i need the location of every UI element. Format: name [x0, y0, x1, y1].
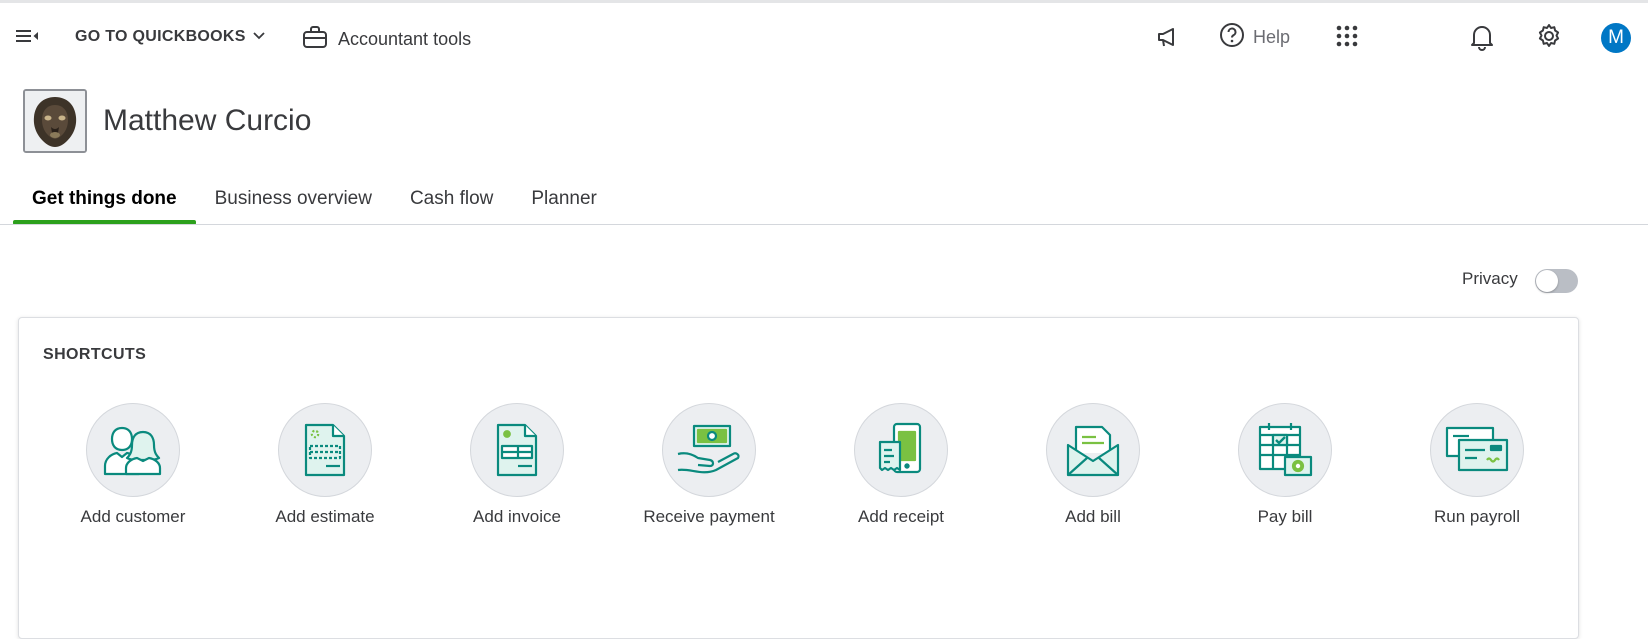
shortcuts-card: SHORTCUTS Add customer Add estimate Add …: [18, 317, 1579, 639]
payroll-icon: [1430, 403, 1524, 497]
bill-icon: [1046, 403, 1140, 497]
top-bar: GO TO QUICKBOOKS Accountant tools Help M: [0, 3, 1648, 69]
pay-bill-icon: [1238, 403, 1332, 497]
help-icon: [1219, 22, 1245, 53]
user-avatar-initial: M: [1608, 27, 1624, 48]
accountant-tools-label: Accountant tools: [338, 29, 472, 49]
add-invoice-label: Add invoice: [473, 507, 561, 526]
add-bill-shortcut[interactable]: Add bill: [997, 403, 1189, 543]
apps-grid-icon[interactable]: [1336, 25, 1358, 52]
add-bill-label: Add bill: [1065, 507, 1121, 526]
accountant-tools-button[interactable]: Accountant tools: [302, 25, 471, 54]
estimate-icon: [278, 403, 372, 497]
tab-business-overview[interactable]: Business overview: [196, 180, 391, 224]
receipt-icon: [854, 403, 948, 497]
help-button[interactable]: Help: [1219, 22, 1290, 53]
go-to-quickbooks-menu[interactable]: GO TO QUICKBOOKS: [75, 28, 266, 46]
pay-bill-label: Pay bill: [1257, 507, 1313, 526]
menu-collapse-icon[interactable]: [14, 25, 40, 47]
dashboard-tabs: Get things done Business overview Cash f…: [13, 180, 616, 225]
payment-icon: [662, 403, 756, 497]
run-payroll-label: Run payroll: [1434, 507, 1520, 526]
help-label: Help: [1253, 27, 1291, 47]
privacy-label: Privacy: [1462, 269, 1518, 288]
tab-cash-flow[interactable]: Cash flow: [391, 180, 512, 224]
run-payroll-shortcut[interactable]: Run payroll: [1381, 403, 1573, 543]
add-estimate-shortcut[interactable]: Add estimate: [229, 403, 421, 543]
gear-icon[interactable]: [1536, 23, 1562, 54]
megaphone-icon[interactable]: [1156, 25, 1180, 54]
invoice-icon: [470, 403, 564, 497]
bell-icon[interactable]: [1470, 23, 1494, 56]
tab-get-things-done[interactable]: Get things done: [13, 180, 196, 225]
add-estimate-label: Add estimate: [275, 507, 375, 526]
tabs-divider: [0, 224, 1648, 225]
privacy-toggle[interactable]: [1535, 269, 1578, 293]
tab-planner[interactable]: Planner: [512, 180, 616, 224]
briefcase-icon: [302, 25, 328, 54]
add-customer-shortcut[interactable]: Add customer: [37, 403, 229, 543]
shortcuts-list: Add customer Add estimate Add invoice Re…: [37, 403, 1573, 543]
add-invoice-shortcut[interactable]: Add invoice: [421, 403, 613, 543]
user-avatar[interactable]: M: [1601, 23, 1631, 53]
receive-payment-shortcut[interactable]: Receive payment: [613, 403, 805, 543]
pay-bill-shortcut[interactable]: Pay bill: [1189, 403, 1381, 543]
shortcuts-title: SHORTCUTS: [43, 346, 147, 363]
add-customer-label: Add customer: [80, 507, 186, 526]
chevron-down-icon: [252, 28, 266, 46]
company-name: Matthew Curcio: [103, 104, 312, 137]
add-receipt-shortcut[interactable]: Add receipt: [805, 403, 997, 543]
customer-icon: [86, 403, 180, 497]
receive-payment-label: Receive payment: [643, 507, 775, 526]
company-logo: [23, 89, 87, 153]
go-to-quickbooks-label: GO TO QUICKBOOKS: [75, 28, 246, 45]
add-receipt-label: Add receipt: [858, 507, 944, 526]
